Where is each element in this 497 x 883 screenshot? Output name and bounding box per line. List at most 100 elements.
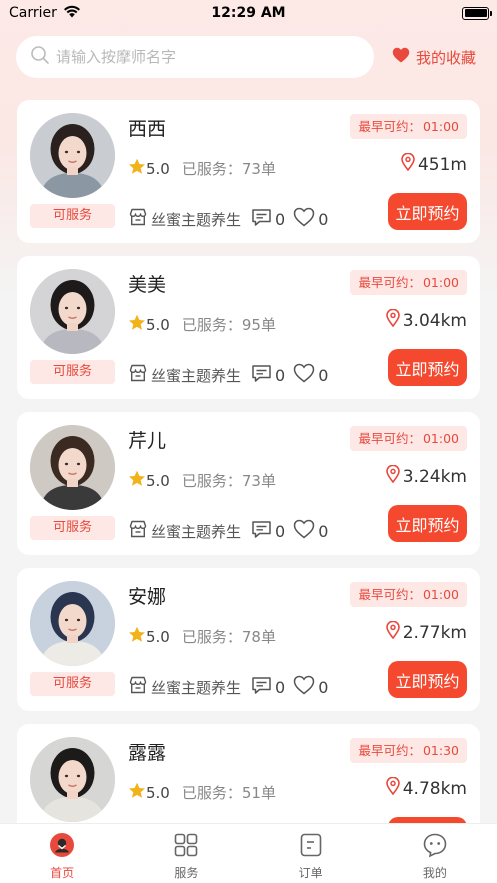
therapist-name: 安娜 (128, 586, 167, 608)
tab-profile[interactable]: 我的 (373, 824, 497, 883)
served-label: 已服务： (181, 628, 242, 646)
served-count: 51单 (241, 784, 276, 802)
likes[interactable]: 0 (293, 363, 328, 387)
earliest-label: 最早可约： (358, 275, 421, 290)
comment-count: 0 (275, 209, 286, 229)
theme-tag: 丝蜜主题养生 (128, 207, 241, 231)
status-badge: 可服务 (30, 360, 115, 384)
earliest-time-badge: 最早可约： 01:00 (350, 582, 467, 607)
star-icon (128, 314, 146, 335)
rating-row: 5.0 已服务： 73单 (128, 470, 276, 491)
comment-icon (251, 676, 272, 699)
theme-tag: 丝蜜主题养生 (128, 363, 241, 387)
served-label: 已服务： (181, 316, 242, 334)
likes[interactable]: 0 (293, 675, 328, 699)
search-box[interactable] (16, 36, 374, 78)
comment-icon (251, 364, 272, 387)
distance: 4.78km (385, 776, 467, 800)
earliest-label: 最早可约： (358, 119, 421, 134)
therapist-card-1[interactable]: 可服务 西西 最早可约： 01:00 5.0 已服务： 73单 451m 丝蜜主… (17, 100, 480, 243)
heart-outline-icon (293, 363, 315, 387)
favorites-label: 我的收藏 (416, 48, 477, 67)
comment-count: 0 (275, 365, 286, 385)
theme-tag: 丝蜜主题养生 (128, 519, 241, 543)
book-now-button[interactable]: 立即预约 (388, 349, 467, 386)
heart-outline-icon (293, 207, 315, 231)
status-badge: 可服务 (30, 672, 115, 696)
served-count: 95单 (241, 316, 276, 334)
comments[interactable]: 0 (251, 208, 285, 231)
distance-value: 451m (417, 154, 467, 175)
like-count: 0 (318, 365, 329, 385)
therapist-card-2[interactable]: 可服务 美美 最早可约： 01:00 5.0 已服务： 95单 3.04km 丝… (17, 256, 480, 399)
avatar (30, 113, 115, 198)
earliest-time: 01:00 (422, 587, 459, 602)
comment-count: 0 (275, 677, 286, 697)
rating-row: 5.0 已服务： 95单 (128, 314, 276, 335)
distance: 2.77km (385, 620, 467, 644)
therapist-name: 美美 (128, 274, 167, 296)
card-meta-row: 丝蜜主题养生 0 0 (128, 519, 328, 543)
search-row: 我的收藏 (16, 36, 486, 78)
earliest-time: 01:00 (422, 275, 459, 290)
theme-label: 丝蜜主题养生 (151, 366, 242, 385)
location-pin-icon (385, 308, 400, 332)
rating-row: 5.0 已服务： 51单 (128, 782, 276, 803)
card-meta-row: 丝蜜主题养生 0 0 (128, 207, 328, 231)
battery-icon (462, 6, 492, 20)
order-icon (298, 832, 324, 861)
earliest-time: 01:30 (422, 743, 459, 758)
comment-icon (251, 520, 272, 543)
status-bar: Carrier 12:29 AM (0, 0, 497, 26)
distance: 3.24km (385, 464, 467, 488)
location-pin-icon (385, 620, 400, 644)
distance-value: 2.77km (402, 622, 467, 643)
comment-icon (251, 208, 272, 231)
served-count: 73单 (241, 160, 276, 178)
avatar (30, 269, 115, 354)
likes[interactable]: 0 (293, 519, 328, 543)
book-now-button[interactable]: 立即预约 (388, 505, 467, 542)
rating-row: 5.0 已服务： 73单 (128, 158, 276, 179)
tab-home[interactable]: 首页 (0, 824, 124, 883)
earliest-time-badge: 最早可约： 01:30 (350, 738, 467, 763)
comments[interactable]: 0 (251, 520, 285, 543)
star-icon (128, 158, 146, 179)
star-icon (128, 470, 146, 491)
book-now-button[interactable]: 立即预约 (388, 661, 467, 698)
served-count: 73单 (241, 472, 276, 490)
therapist-name: 西西 (128, 118, 167, 140)
comments[interactable]: 0 (251, 676, 285, 699)
therapist-card-4[interactable]: 可服务 安娜 最早可约： 01:00 5.0 已服务： 78单 2.77km 丝… (17, 568, 480, 711)
distance: 451m (401, 152, 467, 176)
distance: 3.04km (385, 308, 467, 332)
tab-orders[interactable]: 订单 (249, 824, 373, 883)
rating-value: 5.0 (146, 471, 170, 490)
tab-label: 我的 (422, 866, 447, 880)
favorites-button[interactable]: 我的收藏 (392, 47, 476, 68)
shop-icon (128, 207, 148, 231)
served-label: 已服务： (181, 784, 242, 802)
status-badge: 可服务 (30, 204, 115, 228)
comments[interactable]: 0 (251, 364, 285, 387)
avatar (30, 425, 115, 510)
tab-services[interactable]: 服务 (124, 824, 248, 883)
earliest-time: 01:00 (422, 119, 459, 134)
earliest-time: 01:00 (422, 431, 459, 446)
theme-label: 丝蜜主题养生 (151, 522, 242, 541)
book-now-button[interactable]: 立即预约 (388, 193, 467, 230)
distance-value: 3.04km (402, 310, 467, 331)
tab-label: 服务 (174, 866, 199, 880)
earliest-time-badge: 最早可约： 01:00 (350, 426, 467, 451)
search-input[interactable] (56, 48, 346, 66)
profile-icon (422, 832, 448, 861)
heart-icon (392, 47, 410, 67)
rating-value: 5.0 (146, 627, 170, 646)
therapist-card-3[interactable]: 可服务 芹儿 最早可约： 01:00 5.0 已服务： 73单 3.24km 丝… (17, 412, 480, 555)
shop-icon (128, 675, 148, 699)
search-icon (30, 45, 50, 69)
location-pin-icon (385, 464, 400, 488)
location-pin-icon (401, 152, 415, 176)
location-pin-icon (385, 776, 400, 800)
likes[interactable]: 0 (293, 207, 328, 231)
